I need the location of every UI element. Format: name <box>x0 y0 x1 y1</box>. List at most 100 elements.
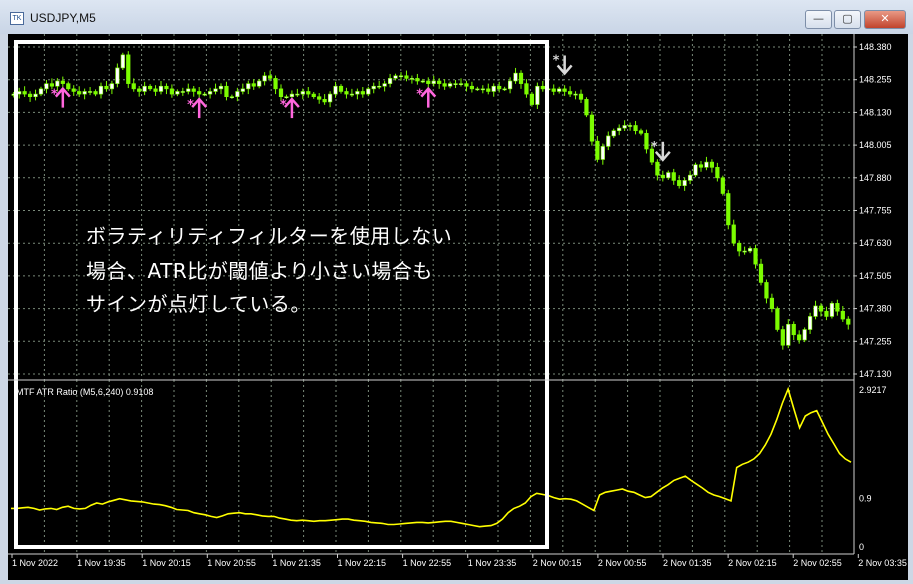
candle-body <box>404 75 409 79</box>
candle-body <box>622 125 627 129</box>
indicator-tick-label: 2.9217 <box>859 385 887 395</box>
terminal-window: TK USDJPY,M5 — ▢ ✕ 148.380 148.255 148.130… <box>0 0 913 584</box>
time-tick-label: 2 Nov 00:55 <box>598 558 647 568</box>
candle-body <box>813 305 818 317</box>
annotation-line-3: サインが点灯している。 <box>86 292 311 316</box>
candle-body <box>246 83 251 90</box>
price-tick-label: 147.755 <box>859 206 892 216</box>
candle-body <box>464 83 469 87</box>
time-tick-label: 2 Nov 02:15 <box>728 558 777 568</box>
candle-body <box>758 263 764 283</box>
candle-body <box>557 88 562 92</box>
indicator-tick-label: 0 <box>859 542 864 552</box>
chart-window-icon: TK <box>10 12 24 25</box>
candle-body <box>737 242 742 252</box>
candle-body <box>453 83 458 85</box>
candle-body <box>104 85 109 90</box>
candle-body <box>846 318 851 325</box>
candle-body <box>486 88 491 92</box>
candle-body <box>627 125 633 127</box>
price-chart[interactable]: 148.380 148.255 148.130 148.005 147.880 147.7… <box>8 34 908 580</box>
candle-body <box>742 250 747 253</box>
candle-body <box>469 85 475 90</box>
candle-body <box>344 91 349 95</box>
buy-signal-star: * <box>280 98 287 113</box>
candle-body <box>791 323 796 336</box>
time-tick-label: 1 Nov 2022 <box>12 558 58 568</box>
candle-body <box>169 88 175 95</box>
candle-body <box>300 91 305 95</box>
time-tick-label: 1 Nov 19:35 <box>77 558 126 568</box>
candle-body <box>186 88 191 92</box>
close-button[interactable]: ✕ <box>864 10 906 29</box>
price-axis: 148.380 148.255 148.130 148.005 147.880 147.7… <box>854 42 892 379</box>
candle-body <box>360 91 365 95</box>
candle-body <box>715 167 720 179</box>
candle-body <box>704 161 709 168</box>
candle-body <box>197 91 202 95</box>
candle-body <box>824 310 829 317</box>
maximize-button[interactable]: ▢ <box>834 10 861 29</box>
candle-body <box>38 88 44 95</box>
candle-body <box>764 282 769 299</box>
time-tick-label: 2 Nov 02:55 <box>793 558 842 568</box>
candle-body <box>366 88 371 95</box>
candle-body <box>175 91 180 95</box>
candle-body <box>802 329 807 341</box>
candle-body <box>840 310 845 320</box>
time-axis: 1 Nov 2022 1 Nov 19:35 1 Nov 20:15 1 Nov 20… <box>11 554 907 568</box>
price-tick-label: 148.255 <box>859 75 892 85</box>
candle-body <box>262 75 267 82</box>
candle-body <box>747 248 753 252</box>
price-tick-label: 148.380 <box>859 42 892 52</box>
price-tick-label: 147.380 <box>859 304 892 314</box>
candle-body <box>224 85 229 98</box>
candle-body <box>797 334 802 341</box>
candle-body <box>660 174 665 179</box>
candle-body <box>137 88 142 92</box>
candle-body <box>666 172 671 179</box>
price-tick-label: 147.130 <box>859 369 892 379</box>
candle-body <box>164 85 169 90</box>
candle-body <box>524 83 529 95</box>
candle-body <box>273 78 278 90</box>
price-tick-label: 147.505 <box>859 271 892 281</box>
candle-body <box>606 135 611 147</box>
candle-body <box>120 54 125 69</box>
annotation-line-1: ボラティリティフィルターを使用しない <box>86 224 453 248</box>
indicator-label: MTF ATR Ratio (M5,6,240) 0.9108 <box>16 387 153 397</box>
candle-body <box>82 91 87 95</box>
minimize-button[interactable]: — <box>805 10 832 29</box>
candle-body <box>595 140 600 160</box>
candle-body <box>338 85 344 92</box>
candle-body <box>213 88 218 92</box>
candle-body <box>393 75 398 79</box>
candle-body <box>807 316 813 330</box>
candle-body <box>682 180 687 186</box>
time-tick-label: 1 Nov 21:35 <box>272 558 321 568</box>
candle-body <box>202 93 207 96</box>
sell-arrow-icon: * <box>553 53 573 76</box>
candle-body <box>115 67 120 84</box>
candle-body <box>731 224 736 244</box>
candle-body <box>27 93 33 98</box>
price-tick-label: 147.255 <box>859 336 892 346</box>
buy-signal-star: * <box>416 88 423 103</box>
candle-body <box>180 91 185 93</box>
candle-body <box>289 93 295 98</box>
candle-body <box>475 88 480 91</box>
candle-body <box>93 91 98 95</box>
candle-body <box>66 83 71 90</box>
candle-body <box>753 248 758 265</box>
time-tick-label: 1 Nov 20:55 <box>207 558 256 568</box>
price-tick-label: 147.880 <box>859 173 892 183</box>
candle-body <box>584 99 589 116</box>
candle-body <box>77 91 82 95</box>
candle-body <box>229 96 235 99</box>
time-tick-label: 2 Nov 03:35 <box>858 558 907 568</box>
candle-body <box>447 83 453 87</box>
title-bar[interactable]: TK USDJPY,M5 — ▢ ✕ <box>0 0 913 34</box>
candle-body <box>693 164 698 176</box>
candle-body <box>98 85 104 95</box>
candle-body <box>720 177 725 194</box>
